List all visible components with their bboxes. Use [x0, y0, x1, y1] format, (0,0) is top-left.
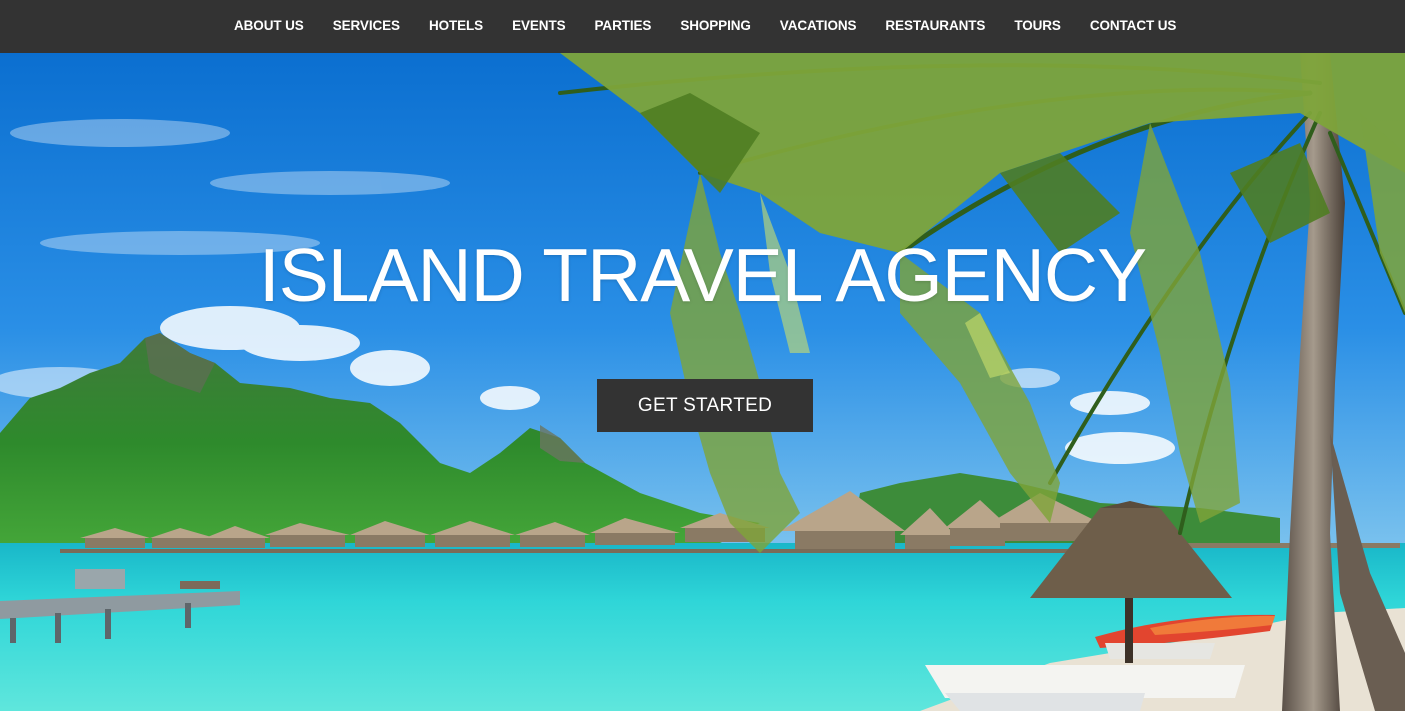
nav-item-parties[interactable]: PARTIES	[595, 18, 652, 33]
nav-item-contact-us[interactable]: CONTACT US	[1090, 18, 1177, 33]
nav-menu: ABOUT US SERVICES HOTELS EVENTS PARTIES …	[234, 0, 1205, 50]
nav-item-tours[interactable]: TOURS	[1014, 18, 1061, 33]
get-started-button[interactable]: GET STARTED	[597, 379, 813, 432]
nav-item-vacations[interactable]: VACATIONS	[780, 18, 857, 33]
nav-item-shopping[interactable]: SHOPPING	[680, 18, 751, 33]
page: ABOUT US SERVICES HOTELS EVENTS PARTIES …	[0, 0, 1405, 711]
nav-item-about-us[interactable]: ABOUT US	[234, 18, 304, 33]
hero-title: ISLAND TRAVEL AGENCY	[258, 233, 1147, 317]
nav-item-services[interactable]: SERVICES	[333, 18, 400, 33]
nav-item-restaurants[interactable]: RESTAURANTS	[885, 18, 985, 33]
nav-item-events[interactable]: EVENTS	[512, 18, 566, 33]
nav-item-hotels[interactable]: HOTELS	[429, 18, 483, 33]
top-navbar: ABOUT US SERVICES HOTELS EVENTS PARTIES …	[0, 0, 1405, 53]
